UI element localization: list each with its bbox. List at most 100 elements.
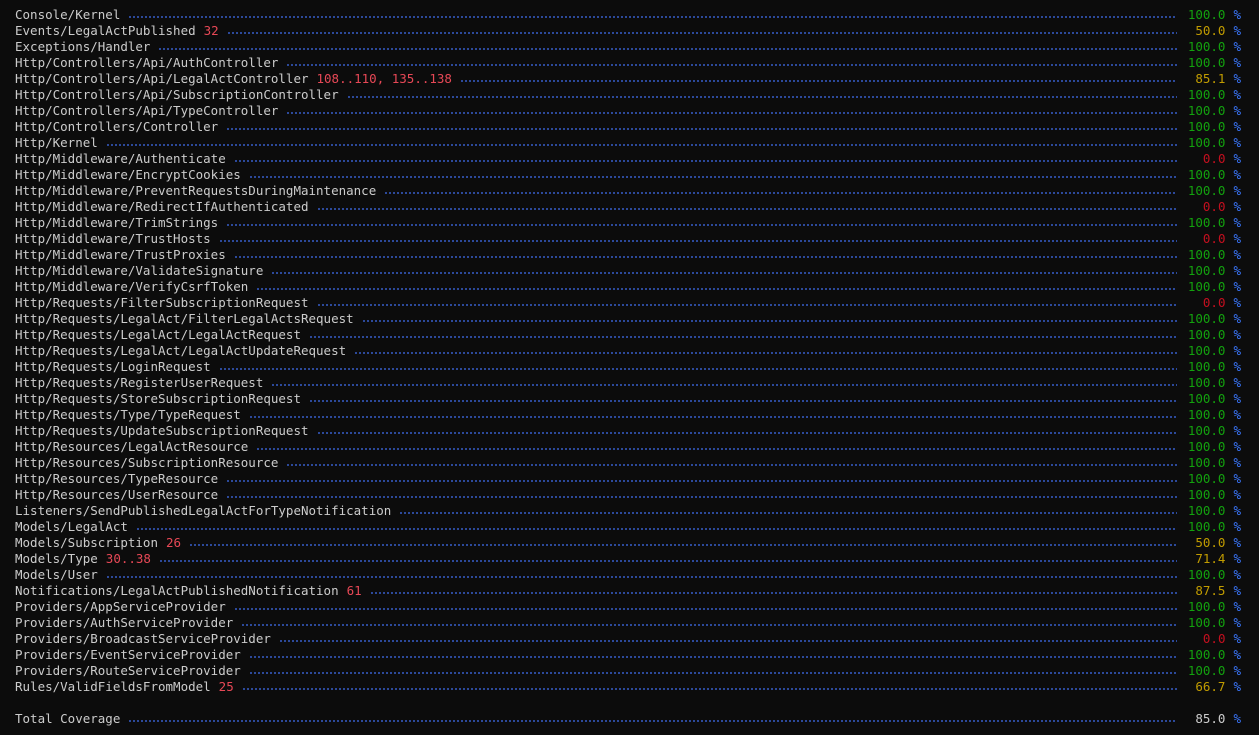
file-name: Http/Requests/Type/TypeRequest — [15, 407, 241, 422]
coverage-row: Http/Kernel 100.0% — [15, 135, 1241, 151]
dot-leader — [256, 439, 1178, 455]
percent-sign: % — [1233, 711, 1241, 726]
coverage-percent: 100.0 — [1187, 359, 1226, 374]
coverage-row: Http/Requests/FilterSubscriptionRequest 0… — [15, 295, 1241, 311]
dot-leader — [226, 215, 1178, 231]
file-name: Http/Middleware/ValidateSignature — [15, 263, 264, 278]
coverage-row: Http/Requests/Type/TypeRequest 100.0% — [15, 407, 1241, 423]
percent-sign: % — [1233, 567, 1241, 582]
coverage-row: Http/Middleware/VerifyCsrfToken 100.0% — [15, 279, 1241, 295]
coverage-percent: 100.0 — [1187, 423, 1226, 438]
file-name: Exceptions/Handler — [15, 39, 151, 54]
file-name: Http/Controllers/Api/AuthController — [15, 55, 279, 70]
coverage-row: Rules/ValidFieldsFromModel 25 66.7% — [15, 679, 1241, 695]
coverage-row: Exceptions/Handler 100.0% — [15, 39, 1241, 55]
dot-leader — [226, 471, 1178, 487]
file-name: Http/Middleware/TrustProxies — [15, 247, 226, 262]
file-name: Http/Middleware/VerifyCsrfToken — [15, 279, 249, 294]
dot-leader — [354, 343, 1178, 359]
percent-sign: % — [1233, 103, 1241, 118]
percent-sign: % — [1233, 87, 1241, 102]
coverage-percent: 100.0 — [1187, 7, 1226, 22]
dot-leader — [316, 199, 1178, 215]
coverage-row: Http/Resources/TypeResource 100.0% — [15, 471, 1241, 487]
dot-leader — [271, 263, 1178, 279]
coverage-row: Providers/BroadcastServiceProvider 0.0% — [15, 631, 1241, 647]
coverage-percent: 0.0 — [1202, 231, 1226, 246]
uncovered-lines: 26 — [166, 535, 182, 550]
percent-sign: % — [1233, 615, 1241, 630]
percent-sign: % — [1233, 455, 1241, 470]
uncovered-lines: 25 — [218, 679, 234, 694]
file-name: Http/Middleware/EncryptCookies — [15, 167, 241, 182]
coverage-percent: 100.0 — [1187, 87, 1226, 102]
coverage-row: Http/Controllers/Api/AuthController 100.0… — [15, 55, 1241, 71]
file-name: Http/Controllers/Api/LegalActController — [15, 71, 309, 86]
coverage-row: Http/Resources/UserResource 100.0% — [15, 487, 1241, 503]
percent-sign: % — [1233, 423, 1241, 438]
coverage-percent: 71.4 — [1195, 551, 1226, 566]
coverage-row: Http/Requests/StoreSubscriptionRequest 10… — [15, 391, 1241, 407]
coverage-row: Http/Requests/RegisterUserRequest 100.0% — [15, 375, 1241, 391]
percent-sign: % — [1233, 247, 1241, 262]
coverage-row: Http/Requests/LegalAct/FilterLegalActsRe… — [15, 311, 1241, 327]
file-name: Providers/AuthServiceProvider — [15, 615, 234, 630]
file-name: Providers/RouteServiceProvider — [15, 663, 241, 678]
file-name: Console/Kernel — [15, 7, 121, 22]
percent-sign: % — [1233, 119, 1241, 134]
total-coverage-percent: 85.0 — [1195, 711, 1226, 726]
coverage-row: Http/Requests/LoginRequest 100.0% — [15, 359, 1241, 375]
dot-leader — [286, 103, 1178, 119]
dot-leader — [233, 247, 1178, 263]
percent-sign: % — [1233, 215, 1241, 230]
file-name: Http/Resources/SubscriptionResource — [15, 455, 279, 470]
dot-leader — [248, 167, 1178, 183]
dot-leader — [286, 455, 1178, 471]
percent-sign: % — [1233, 663, 1241, 678]
coverage-row: Providers/RouteServiceProvider 100.0% — [15, 663, 1241, 679]
dot-leader — [399, 503, 1178, 519]
file-name: Http/Controllers/Api/TypeController — [15, 103, 279, 118]
coverage-percent: 0.0 — [1202, 295, 1226, 310]
coverage-percent: 100.0 — [1187, 647, 1226, 662]
percent-sign: % — [1233, 599, 1241, 614]
dot-leader — [105, 135, 1178, 151]
coverage-percent: 100.0 — [1187, 167, 1226, 182]
dot-leader — [135, 519, 1178, 535]
dot-leader — [158, 551, 1178, 567]
dot-leader — [384, 183, 1178, 199]
uncovered-lines: 30..38 — [105, 551, 151, 566]
file-name: Http/Requests/StoreSubscriptionRequest — [15, 391, 301, 406]
file-name: Http/Middleware/PreventRequestsDuringMai… — [15, 183, 377, 198]
uncovered-lines: 32 — [203, 23, 219, 38]
dot-leader — [248, 663, 1178, 679]
file-name: Providers/AppServiceProvider — [15, 599, 226, 614]
dot-leader — [256, 279, 1178, 295]
dot-leader — [241, 615, 1178, 631]
coverage-percent: 100.0 — [1187, 55, 1226, 70]
percent-sign: % — [1233, 471, 1241, 486]
dot-leader — [233, 599, 1178, 615]
file-name: Events/LegalActPublished — [15, 23, 196, 38]
dot-leader — [361, 311, 1178, 327]
file-name: Providers/EventServiceProvider — [15, 647, 241, 662]
coverage-percent: 50.0 — [1195, 535, 1226, 550]
dot-leader — [346, 87, 1178, 103]
percent-sign: % — [1233, 679, 1241, 694]
dot-leader — [459, 71, 1178, 87]
coverage-percent: 100.0 — [1187, 119, 1226, 134]
file-name: Providers/BroadcastServiceProvider — [15, 631, 271, 646]
percent-sign: % — [1233, 487, 1241, 502]
percent-sign: % — [1233, 263, 1241, 278]
coverage-percent: 66.7 — [1195, 679, 1226, 694]
coverage-rows: Console/Kernel 100.0% Events/LegalActPubli… — [15, 7, 1241, 695]
total-coverage-label: Total Coverage — [15, 711, 121, 726]
file-name: Http/Requests/LegalAct/LegalActUpdateReq… — [15, 343, 347, 358]
file-name: Http/Resources/UserResource — [15, 487, 219, 502]
percent-sign: % — [1233, 375, 1241, 390]
percent-sign: % — [1233, 503, 1241, 518]
percent-sign: % — [1233, 359, 1241, 374]
dot-leader — [308, 327, 1178, 343]
coverage-row: Events/LegalActPublished 32 50.0% — [15, 23, 1241, 39]
percent-sign: % — [1233, 7, 1241, 22]
